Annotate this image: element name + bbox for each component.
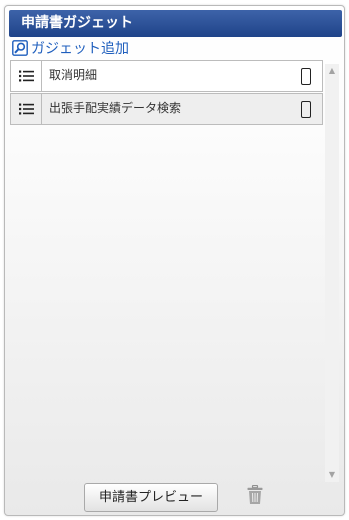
add-gadget-link[interactable]: ガジェット追加 [12, 38, 129, 58]
scroll-down-icon[interactable]: ▼ [325, 468, 339, 482]
panel-title: 申請書ガジェット [9, 10, 342, 37]
smartphone-icon[interactable] [301, 68, 311, 85]
gadget-row[interactable]: 出張手配実績データ検索 [10, 93, 323, 125]
trash-icon[interactable] [247, 485, 263, 505]
list-icon [18, 70, 34, 82]
gadget-list: 取消明細 出張手配実績データ検索 [10, 60, 325, 481]
gadget-name: 出張手配実績データ検索 [49, 101, 182, 115]
smartphone-icon[interactable] [301, 101, 311, 118]
add-gadget-label: ガジェット追加 [31, 41, 129, 57]
gadget-panel: 申請書ガジェット ガジェット追加 取消明細 出張手配実績データ検索 ▲ ▼ 申請… [4, 5, 345, 516]
preview-button[interactable]: 申請書プレビュー [84, 483, 218, 512]
vertical-scrollbar[interactable]: ▲ ▼ [325, 64, 339, 482]
gadget-row[interactable]: 取消明細 [10, 60, 323, 92]
gadget-name: 取消明細 [49, 68, 98, 82]
scroll-up-icon[interactable]: ▲ [325, 64, 339, 78]
drag-handle[interactable] [11, 94, 42, 124]
list-icon [18, 103, 34, 115]
drag-handle[interactable] [11, 61, 42, 91]
search-icon [12, 40, 28, 56]
